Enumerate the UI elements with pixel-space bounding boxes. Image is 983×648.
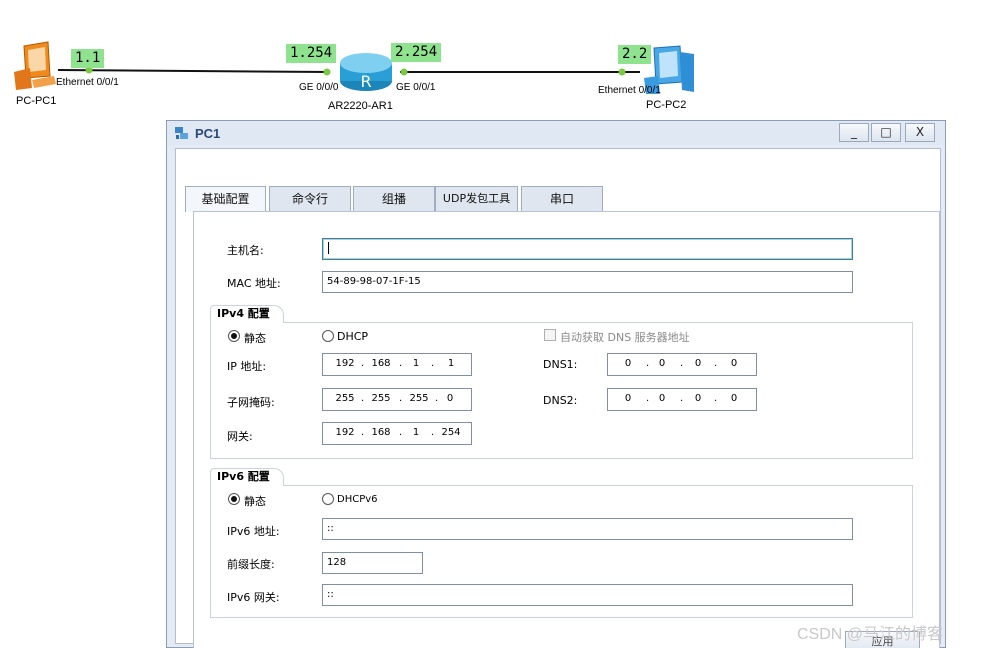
- close-button[interactable]: X: [905, 123, 935, 142]
- router-icon[interactable]: R: [337, 45, 395, 95]
- pc1-config-window: PC1 _ □ X 基础配置 命令行 组播 UDP发包工具 串口 主机名: MA…: [166, 120, 946, 648]
- gateway-label: 网关:: [227, 430, 253, 443]
- minimize-button[interactable]: _: [839, 123, 869, 142]
- tab-serial[interactable]: 串口: [521, 186, 603, 211]
- text-caret: [328, 242, 329, 254]
- mac-label: MAC 地址:: [227, 277, 281, 290]
- link-dot-ar1-right: [400, 68, 408, 76]
- prefix-length-label: 前缀长度:: [227, 558, 275, 571]
- auto-dns-checkbox[interactable]: [544, 329, 556, 341]
- ipv4-dhcp-radio[interactable]: [322, 330, 334, 342]
- topology-links: [57, 66, 640, 76]
- subnet-mask-field[interactable]: 255. 255. 255. 0: [322, 388, 472, 411]
- ipv6-dhcp-label: DHCPv6: [337, 494, 378, 505]
- router-left-port-label: GE 0/0/0: [299, 82, 339, 93]
- hostname-input[interactable]: [322, 238, 853, 260]
- router-name: AR2220-AR1: [328, 100, 393, 112]
- ipv6-address-field[interactable]: ::: [322, 518, 853, 540]
- ipv6-gateway-label: IPv6 网关:: [227, 591, 280, 604]
- dns2-field[interactable]: 0. 0. 0. 0: [607, 388, 757, 411]
- topology-canvas: PC-PC1 Ethernet 0/0/1 1.1 R AR2220-AR1 G…: [0, 0, 983, 120]
- pc1-computer-icon[interactable]: [10, 40, 58, 92]
- ipv4-group-title: IPv4 配置: [210, 305, 284, 323]
- ipv6-static-radio[interactable]: [228, 493, 240, 505]
- link-pc1-ar1: [57, 69, 331, 73]
- auto-dns-label: 自动获取 DNS 服务器地址: [560, 331, 690, 344]
- window-app-icon: [175, 127, 188, 139]
- mac-address-field[interactable]: 54-89-98-07-1F-15: [322, 271, 853, 293]
- tab-basic-config[interactable]: 基础配置: [185, 186, 266, 212]
- hostname-label: 主机名:: [227, 244, 264, 257]
- ipv6-address-label: IPv6 地址:: [227, 525, 280, 538]
- subnet-mask-label: 子网掩码:: [227, 396, 275, 409]
- tab-udp-tool[interactable]: UDP发包工具: [435, 186, 518, 211]
- prefix-length-field[interactable]: 128: [322, 552, 423, 574]
- ipv4-static-radio[interactable]: [228, 330, 240, 342]
- ipv4-dhcp-label: DHCP: [337, 330, 369, 343]
- tab-multicast[interactable]: 组播: [353, 186, 435, 211]
- router-right-ip-tag: 2.254: [391, 43, 442, 62]
- gateway-field[interactable]: 192. 168. 1. 254: [322, 422, 472, 445]
- window-titlebar[interactable]: PC1 _ □ X: [167, 121, 945, 145]
- ipv6-static-label: 静态: [244, 495, 266, 508]
- ipv6-gateway-field[interactable]: ::: [322, 584, 853, 606]
- pc1-name: PC-PC1: [16, 95, 57, 107]
- pc1-port-label: Ethernet 0/0/1: [56, 77, 119, 88]
- ip-address-field[interactable]: 192. 168. 1. 1: [322, 353, 472, 376]
- link-dot-ar1-left: [323, 68, 331, 76]
- pc1-ip-tag: 1.1: [71, 49, 105, 68]
- svg-text:R: R: [360, 72, 371, 91]
- basic-config-panel: 主机名: MAC 地址: 54-89-98-07-1F-15 IPv4 配置 静…: [193, 211, 940, 648]
- ipv6-group-title: IPv6 配置: [210, 468, 284, 486]
- router-left-ip-tag: 1.254: [286, 44, 337, 63]
- ip-address-label: IP 地址:: [227, 360, 267, 373]
- router-right-port-label: GE 0/0/1: [396, 82, 436, 93]
- dns1-field[interactable]: 0. 0. 0. 0: [607, 353, 757, 376]
- window-content: 基础配置 命令行 组播 UDP发包工具 串口 主机名: MAC 地址: 54-8…: [175, 148, 941, 648]
- window-title: PC1: [195, 126, 221, 141]
- ipv4-static-label: 静态: [244, 332, 266, 345]
- maximize-button[interactable]: □: [871, 123, 901, 142]
- watermark: CSDN @马江的博客: [797, 626, 944, 643]
- tab-command-line[interactable]: 命令行: [269, 186, 351, 211]
- ipv6-dhcp-radio[interactable]: [322, 493, 334, 505]
- link-dot-pc2: [618, 68, 626, 76]
- dns1-label: DNS1:: [543, 358, 578, 371]
- dns2-label: DNS2:: [543, 394, 578, 407]
- pc2-ip-tag: 2.2: [618, 45, 652, 64]
- pc2-port-label: Ethernet 0/0/1: [598, 85, 661, 96]
- pc2-name: PC-PC2: [646, 99, 687, 111]
